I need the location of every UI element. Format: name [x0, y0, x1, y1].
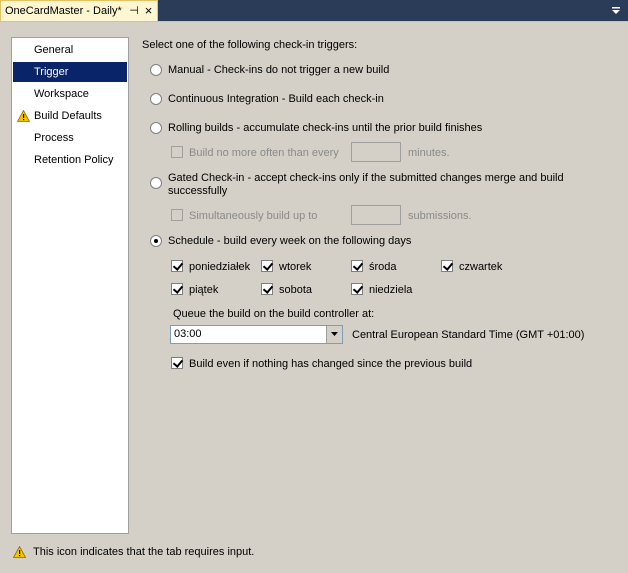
- day-checkbox-tuesday[interactable]: [261, 260, 273, 272]
- day-checkbox-saturday[interactable]: [261, 283, 273, 295]
- day-label: poniedziałek: [189, 261, 251, 273]
- settings-nav: General Trigger Workspace Build Defaults…: [11, 37, 129, 534]
- close-icon[interactable]: ×: [142, 4, 155, 18]
- document-tab-strip: OneCardMaster - Daily* ⊣ ×: [0, 0, 628, 21]
- document-tab[interactable]: OneCardMaster - Daily* ⊣ ×: [0, 0, 158, 21]
- tab-title: OneCardMaster - Daily*: [5, 5, 122, 17]
- nav-item-general[interactable]: General: [13, 40, 127, 60]
- chevron-down-icon[interactable]: [326, 326, 342, 343]
- nav-item-label: Build Defaults: [34, 110, 102, 122]
- nav-item-retention-policy[interactable]: Retention Policy: [13, 150, 127, 170]
- rolling-label: Rolling builds - accumulate check-ins un…: [168, 122, 483, 134]
- time-select[interactable]: 03:00: [170, 325, 343, 344]
- manual-label: Manual - Check-ins do not trigger a new …: [168, 64, 390, 76]
- nav-item-label: Retention Policy: [34, 154, 114, 166]
- gated-radio[interactable]: [150, 177, 162, 189]
- gated-label-cont: successfully: [168, 185, 228, 197]
- timezone-label: Central European Standard Time (GMT +01:…: [352, 329, 585, 341]
- schedule-radio[interactable]: [150, 235, 162, 247]
- day-label: piątek: [189, 284, 219, 296]
- build-even-checkbox[interactable]: [171, 357, 183, 369]
- gated-unit-label: submissions.: [408, 210, 472, 222]
- manual-radio[interactable]: [150, 64, 162, 76]
- nav-item-label: General: [34, 44, 74, 56]
- warning-icon: [16, 109, 31, 122]
- queue-label: Queue the build on the build controller …: [173, 308, 375, 320]
- day-checkbox-wednesday[interactable]: [351, 260, 363, 272]
- day-checkbox-monday[interactable]: [171, 260, 183, 272]
- rolling-minutes-input[interactable]: [351, 142, 401, 162]
- warning-icon: [12, 545, 27, 558]
- trigger-heading: Select one of the following check-in tri…: [142, 39, 358, 51]
- ci-radio[interactable]: [150, 93, 162, 105]
- gated-label: Gated Check-in - accept check-ins only i…: [168, 172, 564, 184]
- rolling-unit-label: minutes.: [408, 147, 450, 159]
- rolling-limit-checkbox[interactable]: [171, 146, 183, 158]
- day-label: czwartek: [459, 261, 503, 273]
- day-checkbox-thursday[interactable]: [441, 260, 453, 272]
- day-checkbox-sunday[interactable]: [351, 283, 363, 295]
- day-checkbox-friday[interactable]: [171, 283, 183, 295]
- nav-item-label: Trigger: [34, 66, 69, 78]
- day-label: sobota: [279, 284, 313, 296]
- nav-item-process[interactable]: Process: [13, 128, 127, 148]
- ci-label: Continuous Integration - Build each chec…: [168, 93, 384, 105]
- nav-item-label: Process: [34, 132, 74, 144]
- pin-icon[interactable]: ⊣: [128, 4, 140, 18]
- nav-item-label: Workspace: [34, 88, 89, 100]
- day-label: wtorek: [279, 261, 312, 273]
- time-value: 03:00: [174, 328, 202, 340]
- day-label: środa: [369, 261, 397, 273]
- rolling-radio[interactable]: [150, 122, 162, 134]
- nav-item-build-defaults[interactable]: Build Defaults: [13, 106, 127, 126]
- nav-item-workspace[interactable]: Workspace: [13, 84, 127, 104]
- gated-submissions-input[interactable]: [351, 205, 401, 225]
- trigger-panel: Select one of the following check-in tri…: [142, 22, 612, 542]
- build-even-label: Build even if nothing has changed since …: [189, 358, 473, 370]
- gated-limit-checkbox[interactable]: [171, 209, 183, 221]
- gated-limit-label: Simultaneously build up to: [189, 210, 318, 222]
- nav-item-trigger[interactable]: Trigger: [13, 62, 127, 82]
- day-label: niedziela: [369, 284, 413, 296]
- build-definition-editor: General Trigger Workspace Build Defaults…: [0, 21, 628, 573]
- schedule-label: Schedule - build every week on the follo…: [168, 235, 412, 247]
- tab-dropdown-icon[interactable]: [610, 4, 622, 16]
- footer-hint: This icon indicates that the tab require…: [33, 546, 255, 558]
- rolling-limit-label: Build no more often than every: [189, 147, 339, 159]
